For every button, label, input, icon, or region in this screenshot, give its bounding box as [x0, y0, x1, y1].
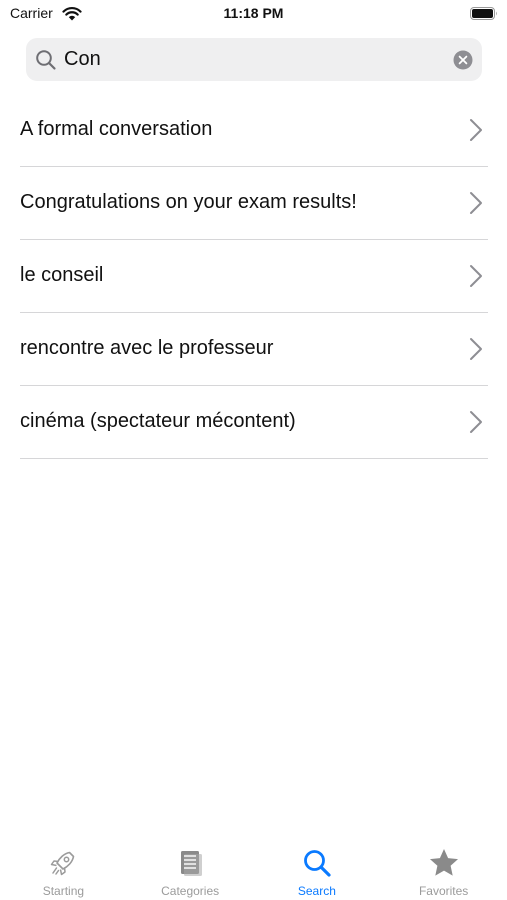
document-icon [181, 851, 203, 876]
result-row[interactable]: le conseil [20, 240, 488, 313]
tab-bar: Starting Categories Search Favorites [0, 836, 507, 900]
tab-categories[interactable]: Categories [127, 836, 254, 900]
result-row[interactable]: cinéma (spectateur mécontent) [20, 386, 488, 459]
result-label: rencontre avec le professeur [20, 337, 274, 359]
tab-label: Favorites [418, 884, 469, 898]
tab-favorites[interactable]: Favorites [380, 836, 507, 900]
result-row[interactable]: rencontre avec le professeur [20, 313, 488, 386]
chevron-right-icon [470, 411, 482, 433]
status-bar: Carrier 11:18 PM [0, 0, 507, 30]
chevron-right-icon [470, 119, 482, 141]
result-label: Congratulations on your exam results! [20, 191, 357, 213]
chevron-right-icon [470, 338, 482, 360]
search-input[interactable] [64, 38, 434, 81]
search-icon [303, 850, 331, 877]
search-icon [36, 50, 56, 70]
result-label: le conseil [20, 264, 104, 286]
clear-icon[interactable] [453, 50, 473, 70]
star-icon [429, 849, 458, 876]
tab-search[interactable]: Search [254, 836, 381, 900]
tab-label: Categories [161, 884, 220, 898]
result-label: cinéma (spectateur mécontent) [20, 410, 296, 432]
rocket-icon [51, 851, 75, 876]
result-label: A formal conversation [20, 118, 213, 140]
result-row[interactable]: A formal conversation [20, 94, 488, 167]
tab-starting[interactable]: Starting [0, 836, 127, 900]
tab-label: Starting [42, 884, 85, 898]
search-bar[interactable] [26, 38, 482, 81]
search-results-list: A formal conversation Congratulations on… [0, 94, 507, 459]
chevron-right-icon [470, 192, 482, 214]
tab-label: Search [297, 884, 336, 898]
battery-icon [470, 7, 497, 20]
clock: 11:18 PM [223, 5, 284, 21]
chevron-right-icon [470, 265, 482, 287]
result-row[interactable]: Congratulations on your exam results! [20, 167, 488, 240]
